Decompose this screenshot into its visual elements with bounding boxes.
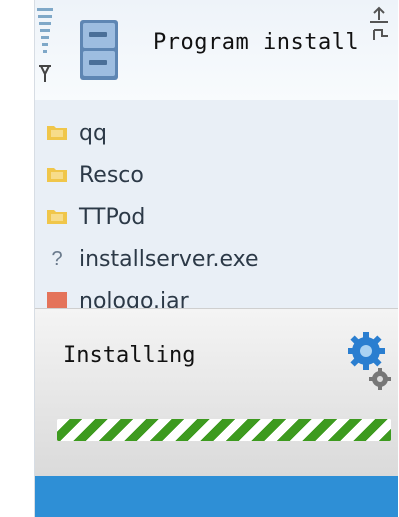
list-item[interactable]: TTPod [35, 196, 398, 238]
file-name: Resco [79, 162, 144, 188]
cabinet-icon [80, 20, 118, 80]
file-name: TTPod [79, 204, 146, 230]
folder-icon [47, 208, 67, 226]
folder-icon [47, 166, 67, 184]
progress-bar [57, 419, 391, 441]
install-dialog: Installing [35, 308, 398, 477]
header-bar: Program install [35, 0, 398, 100]
file-list: qq Resco TTPod ? installserver.exe nolog… [35, 112, 398, 322]
phone-screen: Program install qq Resco TTPod ? install… [34, 0, 398, 517]
list-item[interactable]: qq [35, 112, 398, 154]
dialog-title: Installing [63, 343, 196, 368]
list-item[interactable]: ? installserver.exe [35, 238, 398, 280]
unknown-file-icon: ? [51, 248, 63, 270]
usb-icon [370, 6, 388, 40]
signal-bars-icon [37, 8, 53, 82]
page-title: Program install [153, 30, 360, 55]
progress-fill [57, 419, 391, 441]
gears-icon [348, 332, 391, 390]
footer-bar [35, 476, 398, 517]
file-name: installserver.exe [79, 246, 259, 272]
folder-icon [47, 124, 67, 142]
list-item[interactable]: Resco [35, 154, 398, 196]
file-name: qq [79, 120, 107, 146]
